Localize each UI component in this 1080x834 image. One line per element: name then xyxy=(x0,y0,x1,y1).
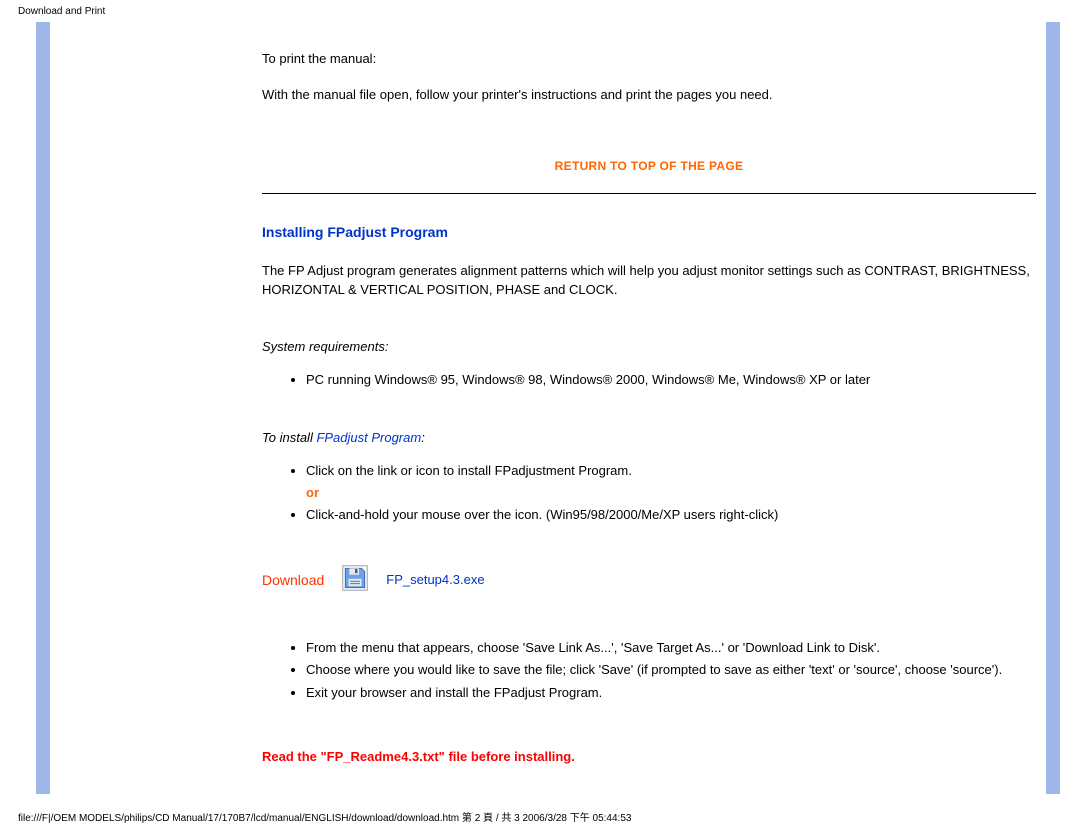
system-requirements-list: PC running Windows® 95, Windows® 98, Win… xyxy=(262,370,1036,390)
download-label: Download xyxy=(262,572,324,588)
section-description: The FP Adjust program generates alignmen… xyxy=(262,262,1036,298)
to-install-label: To install FPadjust Program: xyxy=(262,430,1036,445)
readme-warning: Read the "FP_Readme4.3.txt" file before … xyxy=(262,749,1036,764)
download-row: Download FP_setup4.3.exe xyxy=(262,565,1036,594)
right-blue-bar xyxy=(1046,22,1060,794)
install-steps-list-2: From the menu that appears, choose 'Save… xyxy=(262,638,1036,702)
list-item: Exit your browser and install the FPadju… xyxy=(306,683,1036,703)
list-item: From the menu that appears, choose 'Save… xyxy=(306,638,1036,658)
to-install-suffix: : xyxy=(421,430,425,445)
footer-file-path: file:///F|/OEM MODELS/philips/CD Manual/… xyxy=(18,809,631,824)
section-heading: Installing FPadjust Program xyxy=(262,224,1036,240)
fpadjust-program-link[interactable]: FPadjust Program xyxy=(316,430,421,445)
to-install-prefix: To install xyxy=(262,430,316,445)
step-click-text: Click on the link or icon to install FPa… xyxy=(306,463,632,478)
section-divider xyxy=(262,193,1036,194)
install-steps-list-1: Click on the link or icon to install FPa… xyxy=(262,461,1036,525)
main-content: To print the manual: With the manual fil… xyxy=(262,22,1046,794)
page-header-title: Download and Print xyxy=(18,6,105,17)
or-label: or xyxy=(306,483,1036,503)
to-print-label: To print the manual: xyxy=(262,50,1036,68)
content-frame: To print the manual: With the manual fil… xyxy=(36,22,1060,794)
disk-icon[interactable] xyxy=(342,565,368,594)
list-item: Choose where you would like to save the … xyxy=(306,660,1036,680)
return-to-top-wrapper: RETURN TO TOP OF THE PAGE xyxy=(262,158,1036,173)
return-to-top-link[interactable]: RETURN TO TOP OF THE PAGE xyxy=(555,159,744,173)
left-margin-spacer xyxy=(50,22,262,794)
left-blue-bar xyxy=(36,22,50,794)
list-item: Click-and-hold your mouse over the icon.… xyxy=(306,505,1036,525)
download-file-link[interactable]: FP_setup4.3.exe xyxy=(386,572,484,587)
system-requirements-label: System requirements: xyxy=(262,339,1036,354)
print-instructions: With the manual file open, follow your p… xyxy=(262,86,1036,104)
list-item: PC running Windows® 95, Windows® 98, Win… xyxy=(306,370,1036,390)
list-item: Click on the link or icon to install FPa… xyxy=(306,461,1036,503)
